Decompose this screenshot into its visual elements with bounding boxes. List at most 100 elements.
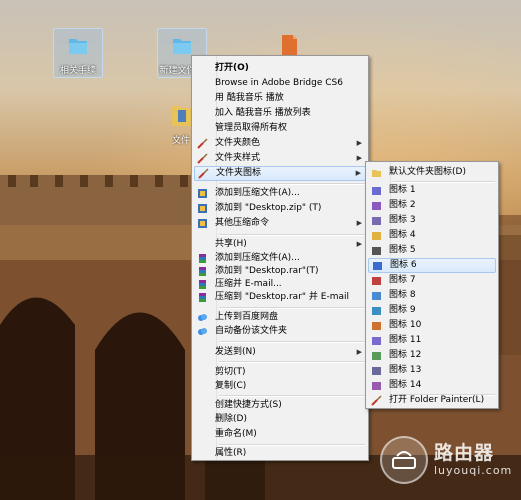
folder-icon	[372, 170, 381, 177]
menu-item-label: 图标 9	[389, 305, 416, 315]
submenu-item-icon-5[interactable]: 图标 5	[368, 244, 496, 257]
document-icon	[282, 35, 297, 55]
menu-item-share[interactable]: 共享(H) ▶	[194, 238, 366, 251]
menu-item-cut[interactable]: 剪切(T)	[194, 366, 366, 379]
folder-variant-icon	[373, 262, 382, 270]
folder-icon	[173, 39, 191, 54]
folder-variant-icon	[372, 232, 381, 240]
menu-item-label: 添加到压缩文件(A)...	[215, 253, 300, 263]
menu-item-label: 发送到(N)	[215, 347, 256, 357]
menu-item-label: 用 酷我音乐 播放	[215, 93, 284, 103]
submenu-arrow-icon: ▶	[356, 348, 362, 356]
folder-variant-icon	[372, 217, 381, 225]
context-menu: 打开(O) Browse in Adobe Bridge CS6 用 酷我音乐 …	[191, 55, 369, 461]
submenu-item-icon-4[interactable]: 图标 4	[368, 229, 496, 242]
submenu-item-icon-9[interactable]: 图标 9	[368, 304, 496, 317]
folder-icon-submenu: 默认文件夹图标(D) 图标 1 图标 2 图标 3 图标 4 图标 5 图标 6…	[365, 161, 499, 409]
folder-variant-icon	[372, 382, 381, 390]
router-icon	[392, 451, 416, 469]
menu-item-label: 文件夹图标	[216, 168, 262, 178]
submenu-item-icon-13[interactable]: 图标 13	[368, 364, 496, 377]
folder-variant-icon	[372, 337, 381, 345]
menu-item-label: 图标 3	[389, 215, 416, 225]
menu-item-folder-color[interactable]: 文件夹颜色 ▶	[194, 137, 366, 150]
desktop-background: 相关手续 新建文件夹 文件 打开(O) Browse in Adobe Brid…	[0, 0, 521, 500]
menu-item-label: 默认文件夹图标(D)	[389, 167, 466, 177]
menu-item-admin-owner[interactable]: 管理员取得所有权	[194, 122, 366, 135]
submenu-item-open-folder-painter[interactable]: 打开 Folder Painter(L)	[368, 394, 496, 407]
menu-item-label: 图标 2	[389, 200, 416, 210]
menu-item-label: 加入 酷我音乐 播放列表	[215, 108, 311, 118]
menu-item-label: 删除(D)	[215, 414, 247, 424]
menu-item-folder-icon[interactable]: 文件夹图标 ▶	[194, 166, 366, 181]
menu-separator	[219, 361, 365, 363]
menu-item-label: 打开(O)	[215, 63, 249, 73]
menu-item-label: 上传到百度网盘	[215, 312, 279, 322]
menu-item-create-shortcut[interactable]: 创建快捷方式(S)	[194, 399, 366, 412]
menu-item-compress-email[interactable]: 压缩并 E-mail...	[194, 278, 366, 291]
submenu-item-icon-8[interactable]: 图标 8	[368, 289, 496, 302]
winrar-icon	[199, 254, 206, 263]
folder-variant-icon	[372, 367, 381, 375]
submenu-item-icon-2[interactable]: 图标 2	[368, 199, 496, 212]
submenu-item-icon-1[interactable]: 图标 1	[368, 184, 496, 197]
menu-item-folder-style[interactable]: 文件夹样式 ▶	[194, 152, 366, 165]
folder-variant-icon	[372, 247, 381, 255]
submenu-item-icon-7[interactable]: 图标 7	[368, 274, 496, 287]
menu-separator	[219, 341, 365, 343]
menu-item-label: 其他压缩命令	[215, 218, 270, 228]
menu-item-upload-baidu[interactable]: 上传到百度网盘	[194, 311, 366, 324]
watermark: 路由器 luyouqi.com	[380, 436, 515, 486]
menu-item-open[interactable]: 打开(O)	[194, 62, 366, 75]
submenu-item-icon-6[interactable]: 图标 6	[368, 258, 496, 273]
submenu-item-icon-11[interactable]: 图标 11	[368, 334, 496, 347]
menu-item-label: 图标 10	[389, 320, 422, 330]
winrar-icon	[199, 293, 206, 302]
menu-item-delete[interactable]: 删除(D)	[194, 413, 366, 426]
desktop-icon-folder-1[interactable]: 相关手续	[53, 28, 103, 78]
menu-item-label: 添加到压缩文件(A)...	[215, 188, 300, 198]
folder-variant-icon	[372, 202, 381, 210]
submenu-item-icon-3[interactable]: 图标 3	[368, 214, 496, 227]
menu-item-other-compress[interactable]: 其他压缩命令 ▶	[194, 217, 366, 230]
submenu-item-icon-12[interactable]: 图标 12	[368, 349, 496, 362]
submenu-arrow-icon: ▶	[356, 154, 362, 162]
menu-item-rename[interactable]: 重命名(M)	[194, 428, 366, 441]
paintbrush-icon	[197, 153, 208, 164]
menu-item-label: 图标 7	[389, 275, 416, 285]
menu-item-add-archive[interactable]: 添加到压缩文件(A)...	[194, 187, 366, 200]
menu-item-label: 管理员取得所有权	[215, 123, 288, 133]
submenu-item-default[interactable]: 默认文件夹图标(D)	[368, 166, 496, 179]
submenu-arrow-icon: ▶	[356, 139, 362, 147]
menu-item-auto-backup[interactable]: 自动备份该文件夹	[194, 325, 366, 338]
menu-item-label: 共享(H)	[215, 239, 247, 249]
menu-item-copy[interactable]: 复制(C)	[194, 380, 366, 393]
menu-item-add-archive-2[interactable]: 添加到压缩文件(A)...	[194, 252, 366, 265]
submenu-arrow-icon: ▶	[356, 240, 362, 248]
menu-separator	[219, 183, 365, 185]
menu-item-play-kugou[interactable]: 用 酷我音乐 播放	[194, 92, 366, 105]
folder-variant-icon	[372, 352, 381, 360]
menu-item-label: 属性(R)	[215, 448, 247, 458]
menu-item-label: 压缩到 "Desktop.rar" 并 E-mail	[215, 292, 349, 302]
archive-icon	[198, 219, 207, 228]
menu-item-compress-rar-email[interactable]: 压缩到 "Desktop.rar" 并 E-mail	[194, 291, 366, 304]
menu-item-label: 文件夹样式	[215, 153, 261, 163]
folder-variant-icon	[372, 277, 381, 285]
menu-item-label: 压缩并 E-mail...	[215, 279, 282, 289]
menu-item-send-to[interactable]: 发送到(N) ▶	[194, 346, 366, 359]
menu-item-label: 图标 13	[389, 365, 422, 375]
submenu-item-icon-10[interactable]: 图标 10	[368, 319, 496, 332]
menu-item-label: 重命名(M)	[215, 429, 257, 439]
menu-item-add-desktop-zip[interactable]: 添加到 "Desktop.zip" (T)	[194, 202, 366, 215]
cloud-icon	[198, 328, 207, 335]
menu-item-add-desktop-rar[interactable]: 添加到 "Desktop.rar"(T)	[194, 265, 366, 278]
menu-item-bridge[interactable]: Browse in Adobe Bridge CS6	[194, 77, 366, 90]
submenu-item-icon-14[interactable]: 图标 14	[368, 379, 496, 392]
winrar-icon	[199, 267, 206, 276]
paintbrush-icon	[198, 168, 209, 179]
menu-item-properties[interactable]: 属性(R)	[194, 447, 366, 460]
router-logo-icon	[380, 436, 428, 484]
menu-item-label: 图标 5	[389, 245, 416, 255]
menu-item-add-playlist[interactable]: 加入 酷我音乐 播放列表	[194, 107, 366, 120]
